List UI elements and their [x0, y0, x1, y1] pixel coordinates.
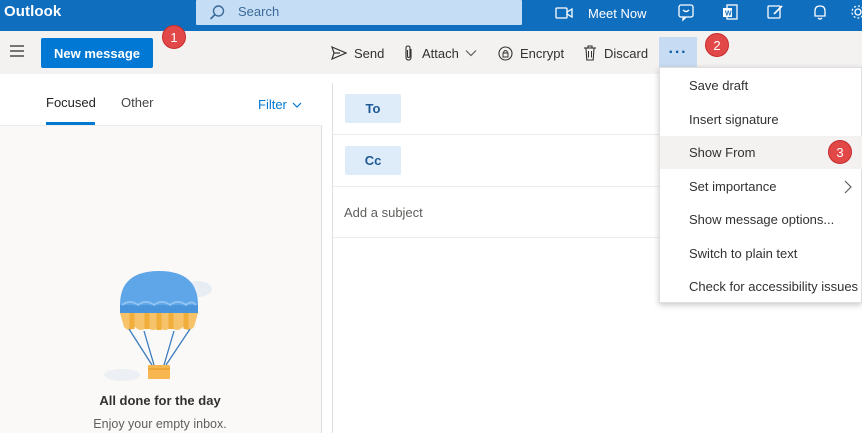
chevron-down-icon	[292, 102, 302, 108]
word-icon[interactable]: W	[720, 2, 740, 22]
more-options-menu: Save draft Insert signature Show From Se…	[659, 67, 862, 303]
menu-item-label: Show message options...	[689, 212, 835, 227]
send-icon	[331, 46, 347, 60]
hamburger-menu-icon[interactable]	[9, 45, 25, 57]
menu-item-label: Switch to plain text	[689, 246, 798, 261]
tab-other[interactable]: Other	[121, 95, 154, 110]
hot-air-balloon-illustration	[104, 271, 212, 381]
paperclip-icon	[405, 45, 412, 61]
skype-icon[interactable]	[676, 2, 696, 22]
send-button[interactable]: Send	[331, 44, 384, 62]
send-label: Send	[354, 45, 385, 61]
search-box[interactable]: Search	[196, 0, 522, 25]
video-icon	[555, 7, 573, 19]
menu-item-show-message-options[interactable]: Show message options...	[660, 203, 862, 236]
filter-button[interactable]: Filter	[258, 97, 302, 112]
to-button[interactable]: To	[345, 94, 401, 123]
app-title[interactable]: Outlook	[4, 3, 61, 20]
discard-button[interactable]: Discard	[583, 44, 648, 62]
empty-inbox-subtitle: Enjoy your empty inbox.	[93, 417, 227, 431]
search-icon	[209, 5, 225, 20]
menu-item-label: Check for accessibility issues	[689, 279, 859, 294]
new-message-button[interactable]: New message	[41, 38, 153, 68]
menu-item-save-draft[interactable]: Save draft	[660, 69, 862, 102]
cc-button[interactable]: Cc	[345, 146, 401, 175]
menu-item-label: Insert signature	[689, 112, 779, 127]
menu-item-label: Set importance	[689, 179, 777, 194]
more-options-button[interactable]: ···	[659, 37, 697, 69]
attach-label: Attach	[422, 45, 459, 61]
filter-label: Filter	[258, 97, 287, 112]
feedback-icon[interactable]	[765, 2, 785, 22]
mail-list-header: Focused Other Filter	[0, 74, 322, 126]
callout-badge-3: 3	[828, 140, 852, 164]
bell-icon[interactable]	[810, 2, 830, 22]
menu-item-check-accessibility[interactable]: Check for accessibility issues	[660, 270, 862, 303]
callout-badge-2: 2	[705, 33, 729, 57]
encrypt-label: Encrypt	[520, 45, 565, 61]
search-input[interactable]: Search	[238, 4, 279, 19]
svg-text:W: W	[725, 11, 732, 18]
chevron-right-icon	[844, 180, 852, 194]
trash-icon	[584, 45, 596, 61]
menu-item-label: Show From	[689, 145, 756, 160]
encrypt-button[interactable]: Encrypt	[498, 44, 564, 62]
menu-item-switch-to-plain-text[interactable]: Switch to plain text	[660, 237, 862, 270]
chevron-down-icon[interactable]	[465, 49, 477, 57]
meet-now-label: Meet Now	[588, 5, 647, 21]
gear-icon[interactable]	[850, 2, 862, 22]
meet-now-button[interactable]: Meet Now	[555, 2, 647, 24]
tab-focused-underline	[46, 122, 95, 125]
discard-label: Discard	[604, 45, 649, 61]
mail-list-pane: Focused Other Filter All done for the da…	[0, 74, 322, 433]
menu-item-set-importance[interactable]: Set importance	[660, 170, 862, 203]
subject-input[interactable]: Add a subject	[344, 205, 423, 220]
empty-inbox-title: All done for the day	[99, 393, 221, 408]
tab-focused[interactable]: Focused	[46, 95, 96, 110]
menu-item-insert-signature[interactable]: Insert signature	[660, 103, 862, 136]
shield-lock-icon	[498, 45, 513, 61]
app-header: Outlook Search Meet Now W	[0, 0, 862, 31]
menu-item-label: Save draft	[689, 78, 749, 93]
callout-badge-1: 1	[162, 25, 186, 49]
attach-button[interactable]: Attach	[403, 44, 477, 62]
